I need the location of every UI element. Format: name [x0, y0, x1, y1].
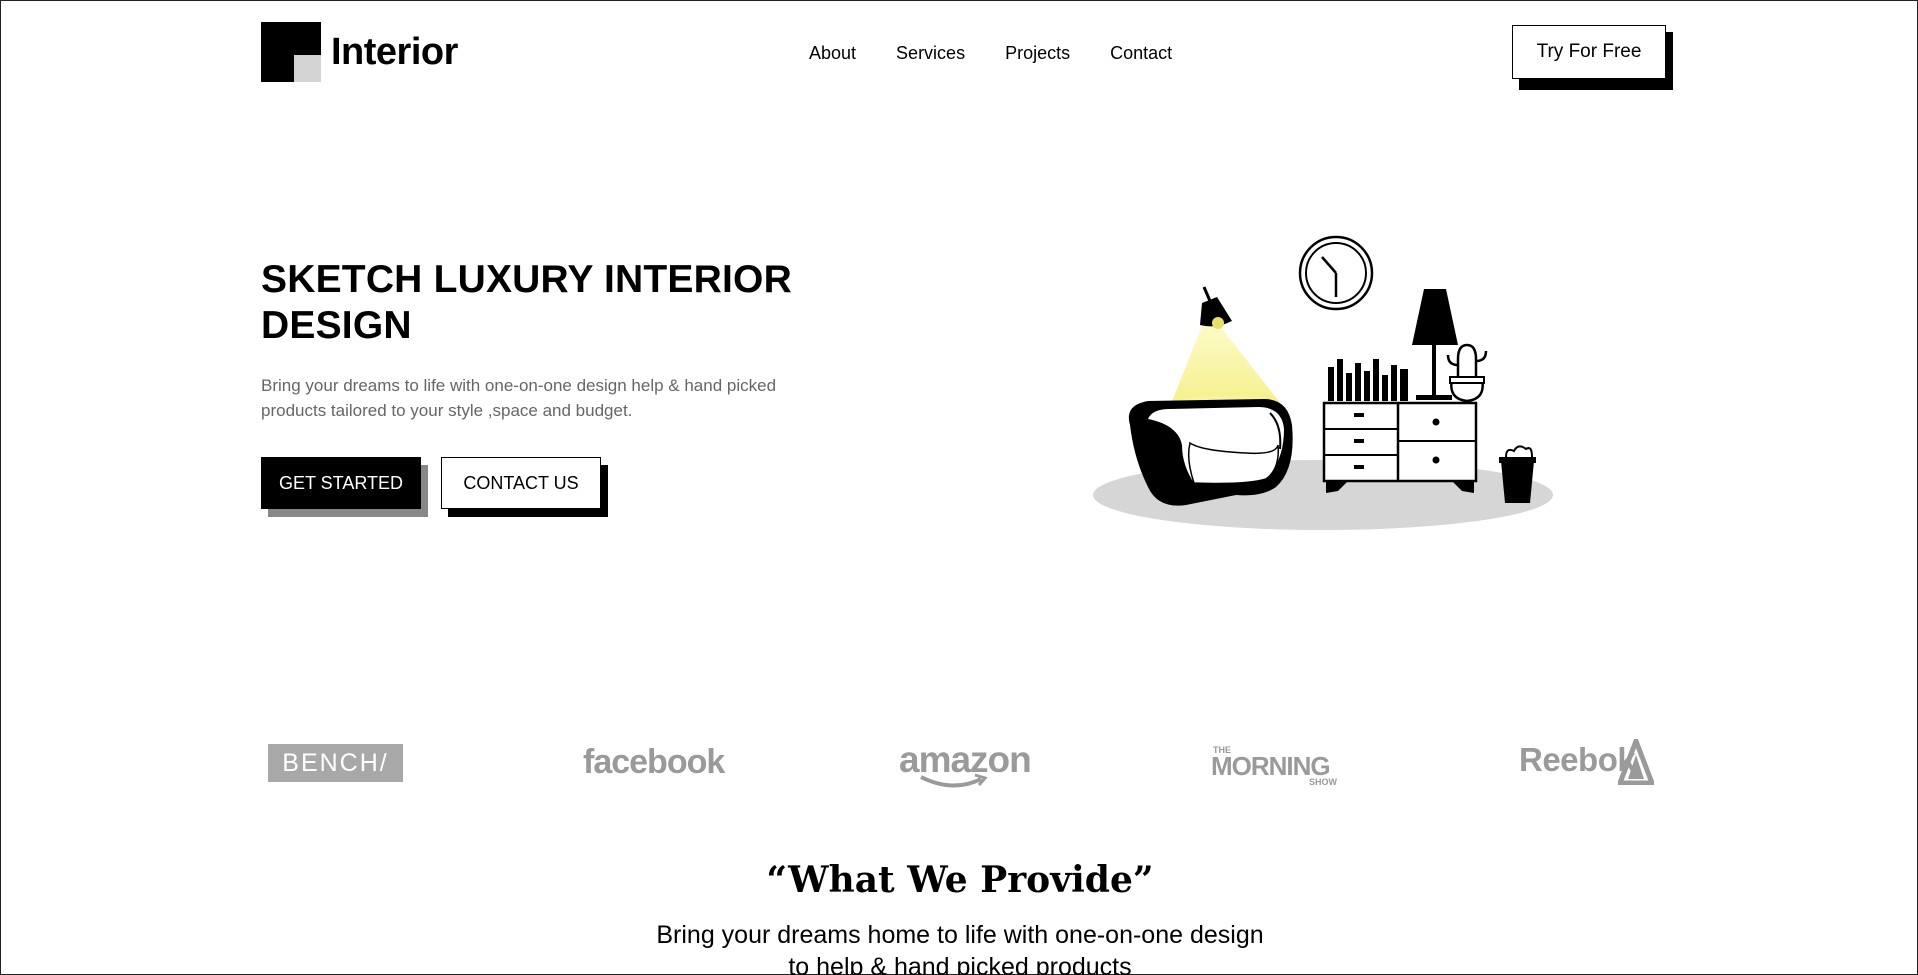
get-started-button[interactable]: GET STARTED: [261, 457, 421, 509]
brand-name: Interior: [331, 30, 458, 73]
armchair-icon: [1128, 399, 1293, 506]
logo-mark-icon: [261, 22, 321, 82]
wall-clock-icon: [1298, 235, 1374, 311]
cabinet-icon: [1322, 401, 1478, 493]
morning-show-logo: THE MORNING SHOW: [1211, 746, 1337, 788]
section-subtitle-line-2: to help & hand picked products: [788, 953, 1132, 975]
interior-illustration: [1093, 235, 1553, 530]
amazon-smile-icon: [920, 773, 988, 788]
cactus-plant-icon: [1446, 343, 1488, 403]
trash-bin-icon: [1499, 445, 1536, 503]
section-subtitle: Bring your dreams home to life with one-…: [1, 919, 1918, 975]
wall-lamp-icon: [1200, 286, 1232, 329]
brand-logo[interactable]: Interior: [261, 22, 458, 82]
contact-us-button[interactable]: CONTACT US: [441, 457, 601, 509]
morning-show-big: MORNING: [1211, 751, 1331, 781]
try-for-free-button[interactable]: Try For Free: [1512, 25, 1666, 79]
hero-subtitle: Bring your dreams to life with one-on-on…: [261, 376, 777, 420]
reebok-delta-icon: [1618, 739, 1654, 785]
nav-contact[interactable]: Contact: [1110, 43, 1172, 64]
section-subtitle-line-1: Bring your dreams home to life with one-…: [656, 921, 1264, 949]
main-nav: About Services Projects Contact: [809, 43, 1172, 64]
nav-about[interactable]: About: [809, 43, 856, 64]
try-for-free-wrapper: Try For Free: [1512, 25, 1673, 90]
get-started-wrapper: GET STARTED: [261, 457, 428, 517]
nav-services[interactable]: Services: [896, 43, 965, 64]
nav-projects[interactable]: Projects: [1005, 43, 1070, 64]
contact-us-wrapper: CONTACT US: [441, 457, 608, 517]
section-title: “What We Provide”: [766, 859, 1154, 901]
morning-show-show: SHOW: [1309, 777, 1337, 787]
bench-logo: BENCH/: [268, 744, 403, 782]
hero-title: SKETCH LUXURY INTERIOR DESIGN: [261, 258, 792, 347]
books-icon: [1328, 359, 1408, 401]
lamp-light-cone: [1171, 321, 1281, 404]
facebook-logo: facebook: [583, 743, 725, 781]
